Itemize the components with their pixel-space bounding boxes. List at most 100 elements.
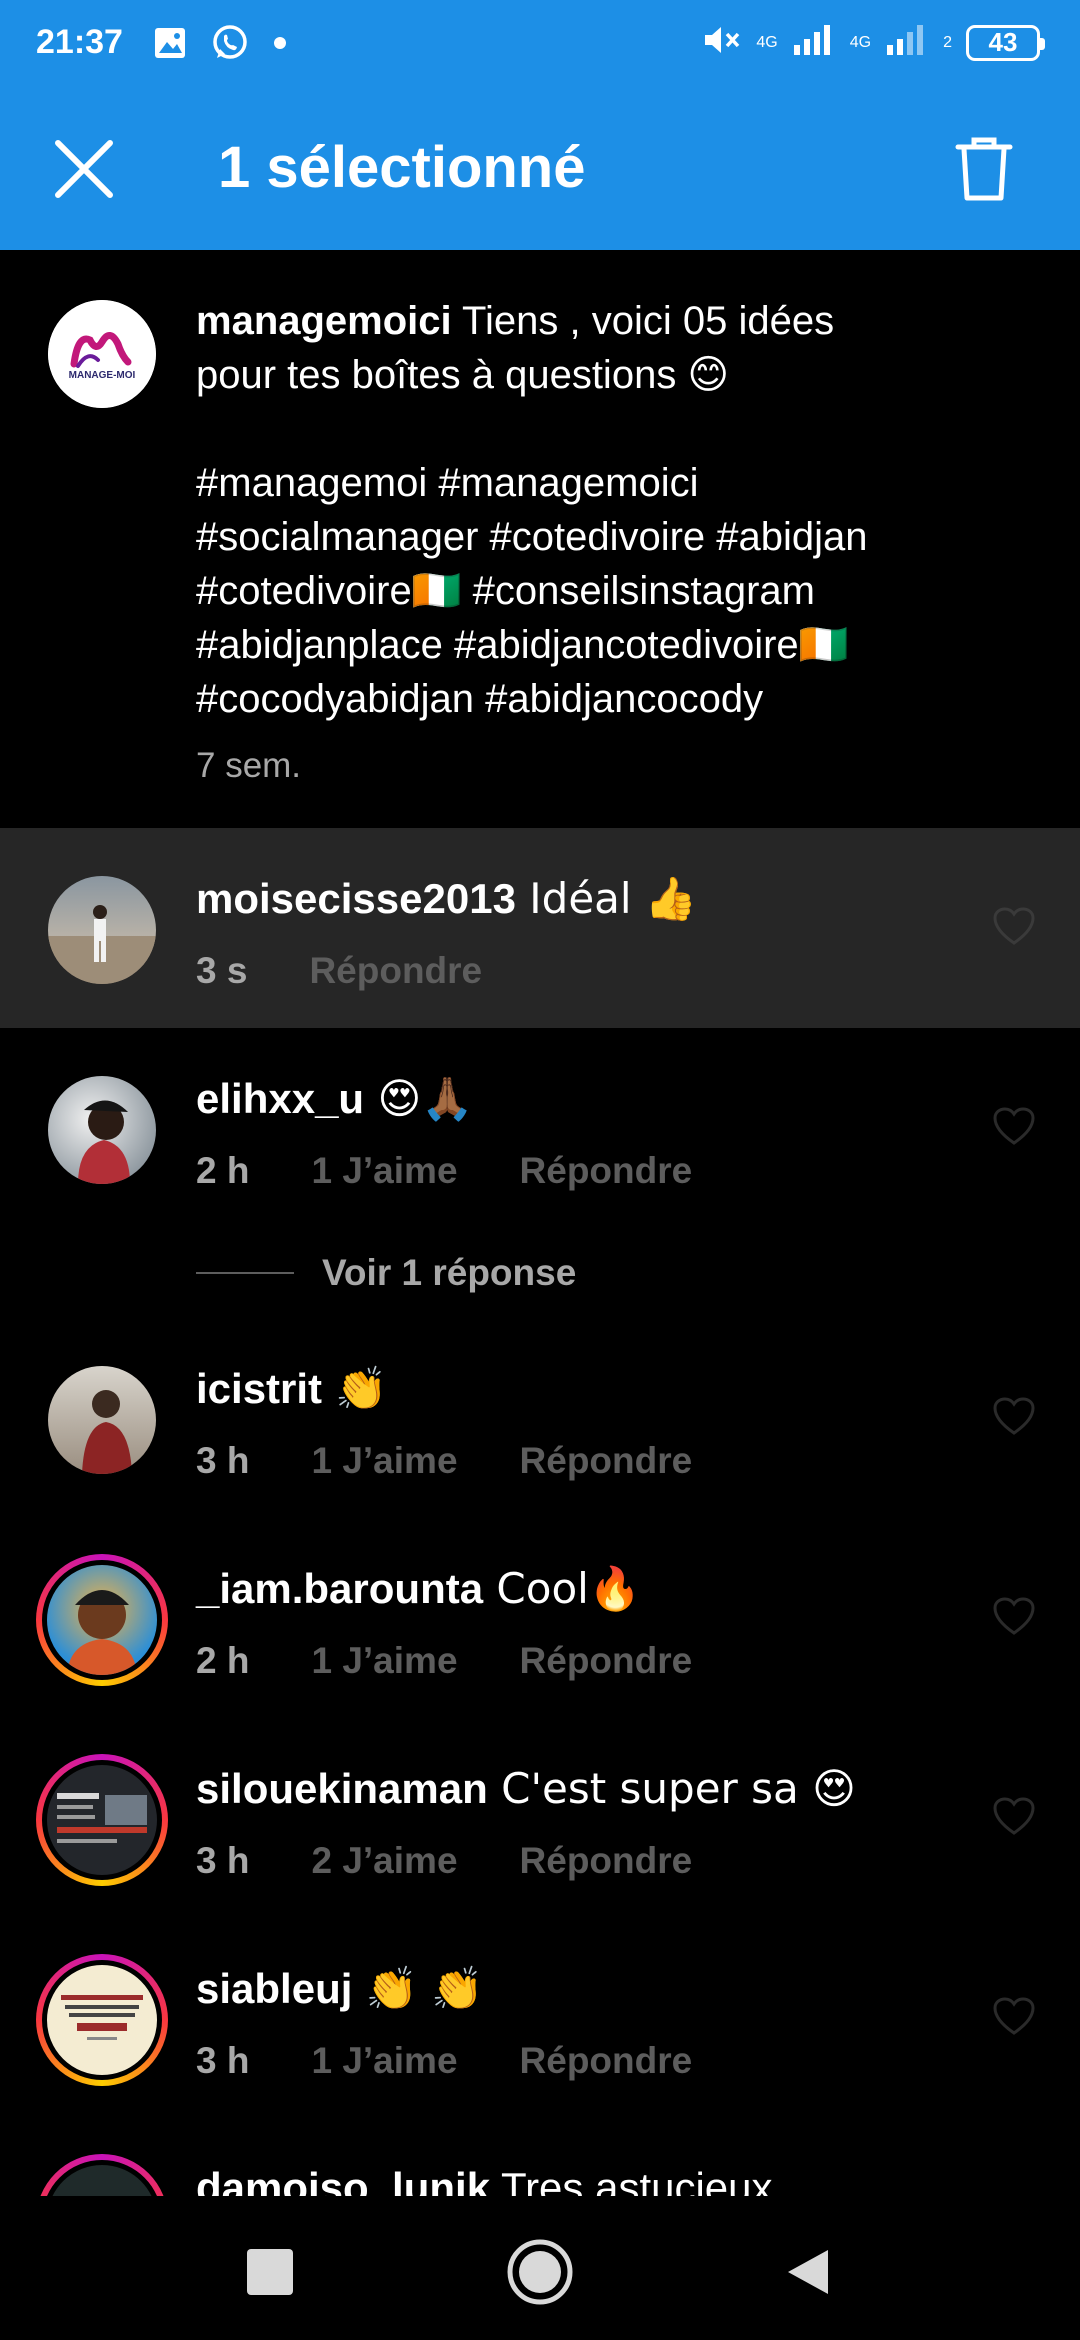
recent-apps-button[interactable] [230, 2232, 310, 2312]
caption-tags-1[interactable]: #managemoi #managemoici [196, 461, 699, 505]
caption-tags-3[interactable]: #cotedivoire🇨🇮 #conseilsinstagram [196, 569, 815, 613]
caption-username[interactable]: managemoici [196, 299, 452, 343]
comment-body: C'est super sa 😍 [487, 1764, 856, 1813]
heart-icon[interactable] [992, 1996, 1036, 2036]
comment-row[interactable]: siableuj 👏 👏 3 h 1 J’aime Répondre [0, 1918, 1080, 2118]
heart-icon[interactable] [992, 906, 1036, 946]
comment-text: _iam.barounta Cool🔥 [196, 1564, 641, 1614]
commenter-avatar-story[interactable] [36, 2154, 168, 2196]
comment-meta: 2 h 1 J’aime Répondre [196, 1640, 692, 1682]
logo-text: MANAGE-MOI [69, 370, 136, 381]
caption-line-1: Tiens , voici 05 idées [451, 299, 835, 343]
close-icon [55, 140, 113, 198]
comment-text: silouekinaman C'est super sa 😍 [196, 1764, 856, 1813]
comment-row[interactable]: moisecisse2013 Idéal 👍 3 s Répondre [0, 828, 1080, 1028]
comment-username[interactable]: _iam.barounta [196, 1565, 483, 1612]
managemoi-logo: MANAGE-MOI [48, 300, 156, 408]
view-replies-label: Voir 1 réponse [322, 1252, 577, 1293]
comment-text: siableuj 👏 👏 [196, 1964, 484, 2014]
system-nav-bar [0, 2196, 1080, 2340]
comment-text: elihxx_u 😍🙏🏾 [196, 1074, 474, 1124]
comment-meta: 3 h 1 J’aime Répondre [196, 1440, 692, 1482]
heart-icon[interactable] [992, 1796, 1036, 1836]
comment-body: Idéal 👍 [515, 874, 698, 923]
reply-button[interactable]: Répondre [520, 2040, 693, 2082]
sim2-network: 4G [849, 33, 872, 51]
commenter-avatar-story[interactable] [36, 1954, 168, 2086]
signal-icon-2 [885, 23, 929, 62]
caption-tags-2[interactable]: #socialmanager #cotedivoire #abidjan [196, 515, 868, 559]
comment-time: 2 h [196, 1640, 250, 1681]
caption-tags-4[interactable]: #abidjanplace #abidjancotedivoire🇨🇮 [196, 623, 848, 667]
sim1-network: 4G [756, 33, 778, 51]
comment-time: 3 h [196, 2040, 250, 2081]
reply-button[interactable]: Répondre [520, 1840, 693, 1882]
mute-icon [702, 23, 742, 62]
delete-button[interactable] [948, 133, 1020, 205]
back-icon [788, 2250, 828, 2294]
likes-count[interactable]: 1 J’aime [311, 1640, 457, 1682]
commenter-avatar-story[interactable] [36, 1554, 168, 1686]
comment-username[interactable]: icistrit [196, 1365, 322, 1412]
comment-body: 👏 👏 [352, 1964, 484, 2013]
comment-time: 3 h [196, 1440, 250, 1481]
status-bar: 21:37 4G 4G 2 43 [0, 0, 1080, 85]
comment-meta: 3 h 1 J’aime Répondre [196, 2040, 692, 2082]
status-right: 4G 4G 2 43 [702, 0, 1045, 85]
comment-body: Tres astucieux [490, 2164, 773, 2196]
comment-username[interactable]: moisecisse2013 [196, 875, 516, 922]
caption-line-2: pour tes boîtes à questions 😊 [196, 353, 730, 397]
comment-time: 2 h [196, 1150, 250, 1191]
home-icon [507, 2239, 573, 2305]
comment-time: 3 s [196, 950, 248, 991]
comment-text: moisecisse2013 Idéal 👍 [196, 874, 697, 924]
comment-body: 👏 [322, 1364, 388, 1413]
comment-meta: 3 h 2 J’aime Répondre [196, 1840, 692, 1882]
heart-icon[interactable] [992, 1106, 1036, 1146]
whatsapp-icon [211, 24, 249, 62]
comment-username[interactable]: siableuj [196, 1965, 352, 2012]
comment-row[interactable]: icistrit 👏 3 h 1 J’aime Répondre [0, 1318, 1080, 1518]
comment-time: 3 h [196, 1840, 250, 1881]
comment-body: Cool🔥 [483, 1564, 642, 1613]
heart-icon[interactable] [992, 1396, 1036, 1436]
commenter-avatar-story[interactable] [36, 1754, 168, 1886]
reply-button[interactable]: Répondre [520, 1440, 693, 1482]
dot-icon [273, 36, 287, 50]
post-caption: MANAGE-MOI managemoici Tiens , voici 05 … [0, 250, 1080, 828]
commenter-avatar[interactable] [48, 1366, 156, 1474]
comment-username[interactable]: elihxx_u [196, 1075, 364, 1122]
likes-count[interactable]: 1 J’aime [311, 1440, 457, 1482]
comment-text: damoiso_lunik Tres astucieux [196, 2164, 773, 2196]
comment-text: icistrit 👏 [196, 1364, 388, 1414]
comment-row[interactable]: silouekinaman C'est super sa 😍 3 h 2 J’a… [0, 1718, 1080, 1918]
home-button[interactable] [500, 2232, 580, 2312]
caption-tags-5[interactable]: #cocodyabidjan #abidjancocody [196, 677, 763, 721]
reply-button[interactable]: Répondre [309, 950, 482, 992]
gallery-icon [153, 26, 187, 60]
comment-row[interactable]: _iam.barounta Cool🔥 2 h 1 J’aime Répondr… [0, 1518, 1080, 1718]
reply-button[interactable]: Répondre [520, 1640, 693, 1682]
author-avatar[interactable]: MANAGE-MOI [48, 300, 156, 408]
battery-indicator: 43 [966, 24, 1045, 61]
back-button[interactable] [768, 2232, 848, 2312]
heart-icon[interactable] [992, 1596, 1036, 1636]
view-replies-button[interactable]: Voir 1 réponse [196, 1252, 576, 1294]
likes-count[interactable]: 1 J’aime [311, 2040, 457, 2082]
comment-row[interactable]: damoiso_lunik Tres astucieux [0, 2118, 1080, 2196]
comment-username[interactable]: silouekinaman [196, 1765, 488, 1812]
trash-icon [955, 137, 1013, 201]
close-selection-button[interactable] [50, 135, 118, 203]
signal-icon-1 [792, 23, 836, 62]
comment-row[interactable]: elihxx_u 😍🙏🏾 2 h 1 J’aime Répondre [0, 1028, 1080, 1228]
commenter-avatar[interactable] [48, 876, 156, 984]
comment-username[interactable]: damoiso_lunik [196, 2164, 490, 2196]
likes-count[interactable]: 2 J’aime [311, 1840, 457, 1882]
reply-button[interactable]: Répondre [520, 1150, 693, 1192]
selection-toolbar: 1 sélectionné [0, 85, 1080, 250]
comment-meta: 3 s Répondre [196, 950, 482, 992]
recent-apps-icon [247, 2249, 293, 2295]
sim2-badge: 2 [943, 33, 952, 51]
likes-count[interactable]: 1 J’aime [311, 1150, 457, 1192]
commenter-avatar[interactable] [48, 1076, 156, 1184]
